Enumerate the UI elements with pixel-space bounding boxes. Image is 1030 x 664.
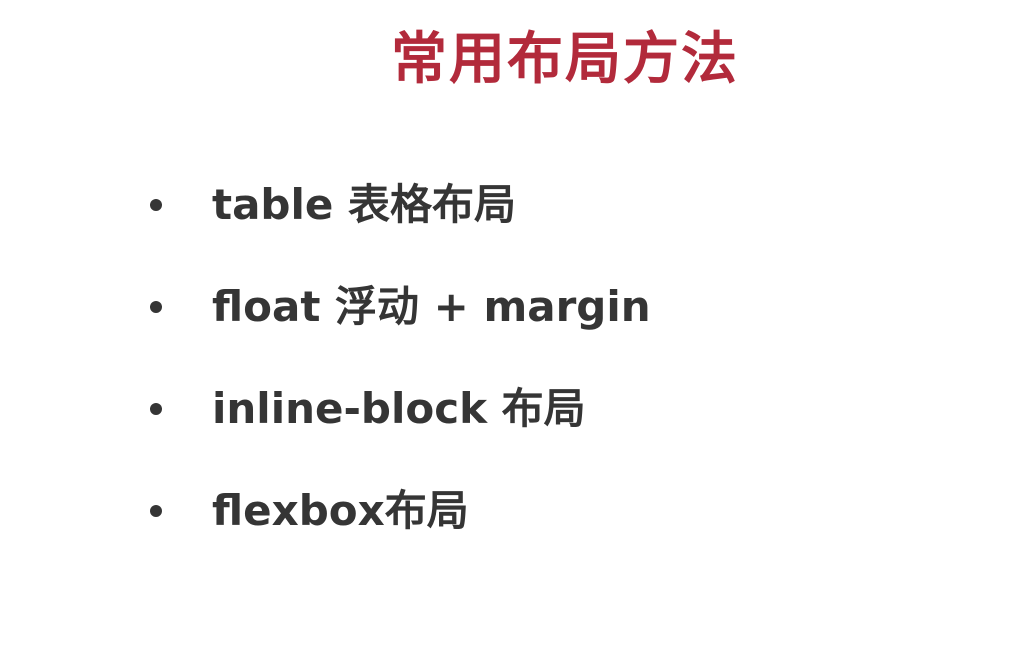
bullet-text: float 浮动 + margin [212,282,651,331]
slide-title: 常用布局方法 [391,27,739,92]
bullet-text: inline-block 布局 [212,384,586,433]
bullet-dot-icon [150,403,162,415]
bullet-dot-icon [150,301,162,313]
bullet-dot-icon [150,505,162,517]
bullet-item-float: float 浮动 + margin [150,274,651,376]
bullet-list: table 表格布局 float 浮动 + margin inline-bloc… [150,172,651,580]
bullet-text: table 表格布局 [212,180,516,229]
bullet-item-table: table 表格布局 [150,172,651,274]
slide: 常用布局方法 table 表格布局 float 浮动 + margin inli… [0,0,1030,664]
bullet-text: flexbox布局 [212,486,469,535]
bullet-item-flexbox: flexbox布局 [150,478,651,580]
bullet-item-inline-block: inline-block 布局 [150,376,651,478]
bullet-dot-icon [150,199,162,211]
